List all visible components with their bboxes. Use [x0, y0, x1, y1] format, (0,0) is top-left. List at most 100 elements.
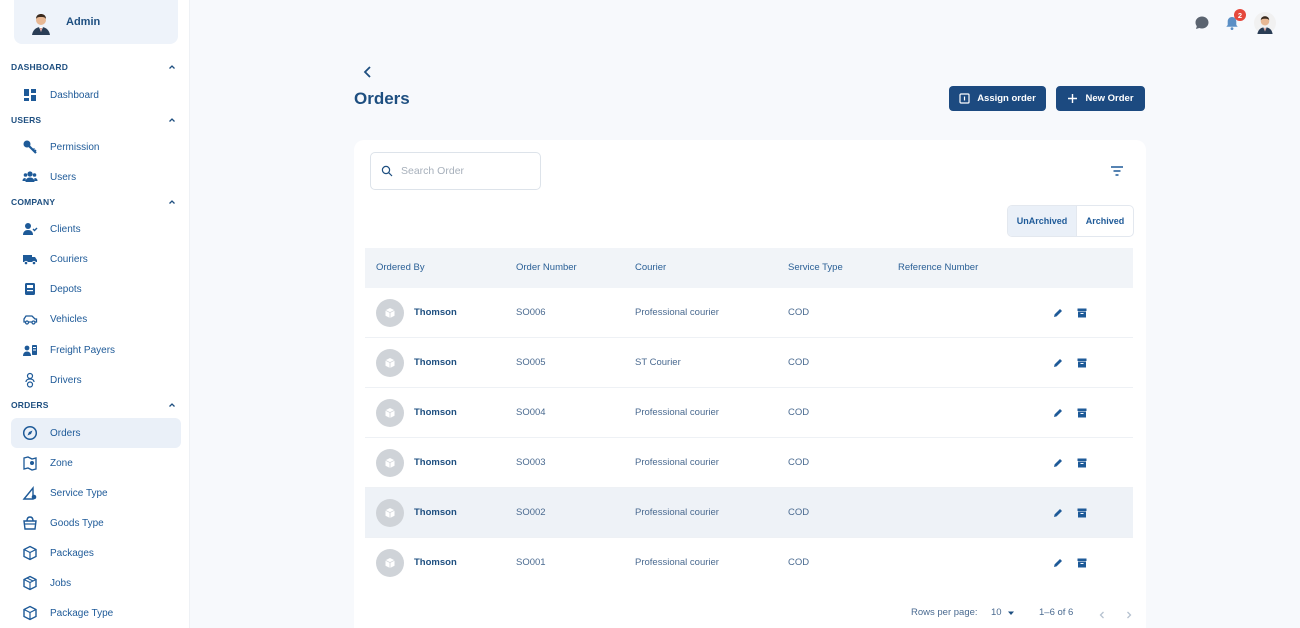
ordered-by: Thomson: [414, 557, 457, 568]
order-number: SO001: [516, 557, 546, 568]
sidebar-item-label: Service Type: [50, 487, 108, 499]
sidebar-item-packages[interactable]: Packages: [11, 538, 181, 568]
column-header[interactable]: Order Number: [516, 248, 577, 288]
table-row[interactable]: Thomson SO002 Professional courier COD: [365, 488, 1133, 538]
chat-icon: [1195, 16, 1209, 29]
new-order-button[interactable]: New Order: [1056, 86, 1145, 111]
search-input[interactable]: [401, 165, 531, 177]
chevron-left-icon[interactable]: [1097, 610, 1107, 620]
sidebar-item-freight-payers[interactable]: Freight Payers: [11, 335, 181, 365]
sidebar-item-depots[interactable]: Depots: [11, 274, 181, 304]
section-company[interactable]: COMPANY: [11, 197, 177, 207]
ordered-by: Thomson: [414, 507, 457, 518]
rows-per-page-label: Rows per page:: [911, 607, 978, 618]
archive-icon[interactable]: [1076, 357, 1088, 369]
sidebar-item-permission[interactable]: Permission: [11, 132, 181, 162]
sidebar-item-label: Packages: [50, 547, 94, 559]
table-row[interactable]: Thomson SO004 Professional courier COD: [365, 388, 1133, 438]
chat-button[interactable]: [1194, 15, 1210, 31]
column-header[interactable]: Service Type: [788, 248, 843, 288]
chevron-up-icon: [169, 200, 175, 204]
sidebar-item-goods-type[interactable]: Goods Type: [11, 508, 181, 538]
notifications-button[interactable]: 2: [1224, 9, 1246, 31]
sidebar-item-label: Package Type: [50, 607, 114, 619]
sidebar-item-label: Users: [50, 171, 77, 183]
service-type: COD: [788, 507, 810, 518]
service-type: COD: [788, 557, 810, 568]
order-number: SO006: [516, 307, 546, 318]
courier: Professional courier: [635, 457, 719, 468]
column-header[interactable]: Reference Number: [898, 248, 978, 288]
sidebar-item-orders[interactable]: Orders: [11, 418, 181, 448]
sidebar-item-users[interactable]: Users: [11, 162, 181, 192]
section-orders[interactable]: ORDERS: [11, 400, 177, 410]
section-label: DASHBOARD: [11, 62, 69, 72]
chevron-up-icon: [169, 403, 175, 407]
chevron-up-icon: [169, 65, 175, 69]
back-arrow-icon[interactable]: [361, 65, 375, 79]
section-label: USERS: [11, 115, 42, 125]
edit-icon[interactable]: [1052, 557, 1064, 569]
section-label: ORDERS: [11, 400, 49, 410]
archive-icon[interactable]: [1076, 457, 1088, 469]
rows-per-page-select[interactable]: 10: [991, 607, 1016, 618]
service-icon: [22, 486, 37, 500]
sidebar-item-zone[interactable]: Zone: [11, 448, 181, 478]
tab-unarchived[interactable]: UnArchived: [1008, 206, 1077, 236]
notification-badge: 2: [1234, 9, 1246, 21]
edit-icon[interactable]: [1052, 307, 1064, 319]
sidebar-item-package-type[interactable]: Package Type: [11, 598, 181, 628]
top-toolbar: 2: [1180, 9, 1276, 34]
section-users[interactable]: USERS: [11, 115, 177, 125]
edit-icon[interactable]: [1052, 507, 1064, 519]
sidebar-item-service-type[interactable]: Service Type: [11, 478, 181, 508]
users-icon: [22, 171, 38, 182]
column-header[interactable]: Ordered By: [376, 248, 425, 288]
table-header: Ordered By Order Number Courier Service …: [365, 248, 1133, 288]
courier: Professional courier: [635, 307, 719, 318]
map-zone-icon: [23, 456, 37, 471]
section-dashboard[interactable]: DASHBOARD: [11, 62, 177, 72]
order-number: SO005: [516, 357, 546, 368]
archive-icon[interactable]: [1076, 407, 1088, 419]
table-row[interactable]: Thomson SO001 Professional courier COD: [365, 538, 1133, 588]
package-icon: [385, 558, 395, 568]
sidebar-item-clients[interactable]: Clients: [11, 214, 181, 244]
table-row[interactable]: Thomson SO003 Professional courier COD: [365, 438, 1133, 488]
edit-icon[interactable]: [1052, 357, 1064, 369]
profile-avatar-button[interactable]: [1254, 12, 1276, 34]
sidebar-item-vehicles[interactable]: Vehicles: [11, 304, 181, 334]
table-row[interactable]: Thomson SO005 ST Courier COD: [365, 338, 1133, 388]
edit-icon[interactable]: [1052, 457, 1064, 469]
search-box: [370, 152, 541, 190]
user-name: Admin: [66, 16, 101, 28]
contact-card-icon: [23, 345, 37, 356]
depot-icon: [25, 283, 35, 295]
courier: Professional courier: [635, 557, 719, 568]
user-card[interactable]: Admin: [14, 0, 178, 44]
filter-icon[interactable]: [1110, 165, 1124, 177]
archive-toggle: UnArchived Archived: [1007, 205, 1134, 237]
table-row[interactable]: Thomson SO006 Professional courier COD: [365, 288, 1133, 338]
page-title: Orders: [354, 89, 410, 108]
order-avatar: [376, 499, 404, 527]
archive-icon[interactable]: [1076, 307, 1088, 319]
assign-order-label: Assign order: [977, 93, 1036, 104]
courier: ST Courier: [635, 357, 681, 368]
edit-icon[interactable]: [1052, 407, 1064, 419]
sidebar-item-drivers[interactable]: Drivers: [11, 365, 181, 395]
archive-icon[interactable]: [1076, 557, 1088, 569]
car-icon: [23, 315, 38, 325]
avatar: [1254, 12, 1276, 34]
sidebar-item-jobs[interactable]: Jobs: [11, 568, 181, 598]
sidebar-item-couriers[interactable]: Couriers: [11, 244, 181, 274]
bag-icon: [23, 516, 37, 530]
order-avatar: [376, 349, 404, 377]
chevron-right-icon[interactable]: [1124, 610, 1134, 620]
archive-icon[interactable]: [1076, 507, 1088, 519]
tab-archived[interactable]: Archived: [1077, 206, 1133, 236]
package-icon: [385, 458, 395, 468]
assign-order-button[interactable]: Assign order: [949, 86, 1046, 111]
column-header[interactable]: Courier: [635, 248, 666, 288]
sidebar-item-dashboard[interactable]: Dashboard: [11, 80, 181, 110]
